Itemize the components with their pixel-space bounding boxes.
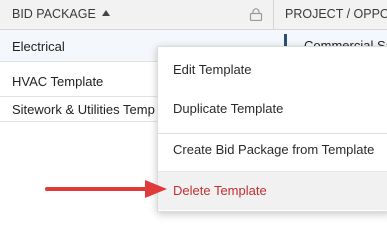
menu-item-create-bid-package[interactable]: Create Bid Package from Template bbox=[158, 132, 387, 168]
table-header: BID PACKAGE PROJECT / OPPOR bbox=[0, 0, 387, 30]
menu-item-edit-template[interactable]: Edit Template bbox=[158, 52, 387, 88]
context-menu: Edit Template Duplicate Template Create … bbox=[157, 46, 387, 212]
column-header-bid-package[interactable]: BID PACKAGE bbox=[12, 0, 110, 29]
lock-icon bbox=[249, 8, 263, 21]
sort-ascending-icon[interactable] bbox=[101, 10, 110, 16]
column-header-label: BID PACKAGE bbox=[12, 7, 96, 21]
column-header-label: PROJECT / OPPOR bbox=[285, 7, 387, 21]
menu-item-delete-template[interactable]: Delete Template bbox=[158, 172, 387, 210]
red-arrow-icon bbox=[45, 180, 167, 198]
column-header-project[interactable]: PROJECT / OPPOR bbox=[285, 0, 387, 29]
menu-item-duplicate-template[interactable]: Duplicate Template bbox=[158, 91, 387, 127]
